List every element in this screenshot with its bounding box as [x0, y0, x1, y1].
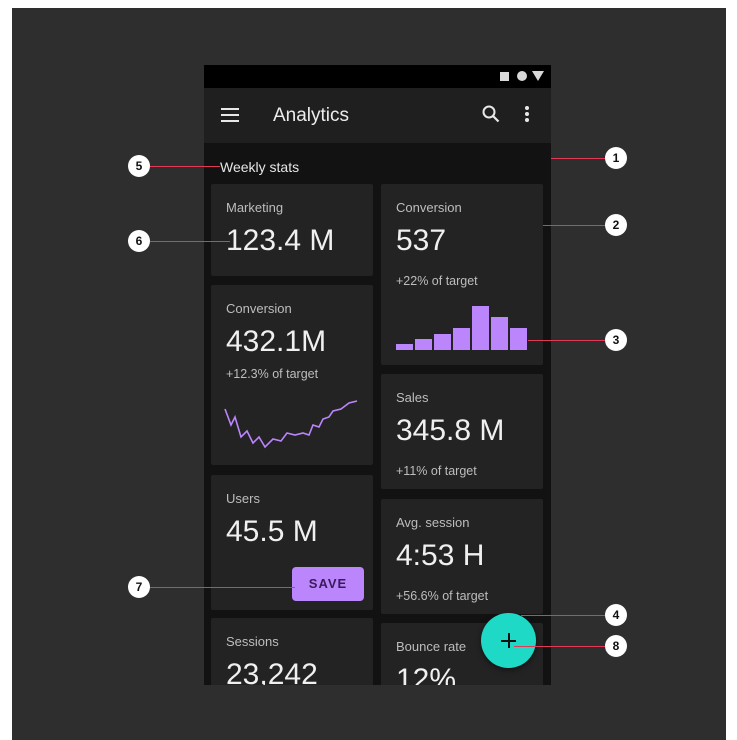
- card-value: 345.8 M: [396, 414, 505, 447]
- card-avg-session[interactable]: Avg. session 4:53 H +56.6% of target: [381, 499, 543, 614]
- card-label: Marketing: [226, 200, 284, 215]
- card-value: 537: [396, 224, 447, 257]
- callout-marker: 5: [128, 155, 150, 177]
- callout-line-7: [150, 587, 295, 588]
- callout-marker: 6: [128, 230, 150, 252]
- callout-line-8: [514, 646, 605, 647]
- callout-marker: 4: [605, 604, 627, 626]
- callout-line-3: [528, 340, 605, 341]
- callout-marker: 1: [605, 147, 627, 169]
- card-subtext: +11% of target: [396, 464, 477, 478]
- card-conversion[interactable]: Conversion 432.1M +12.3% of target: [211, 285, 373, 465]
- card-users[interactable]: Users 45.5 M SAVE: [211, 475, 373, 610]
- section-title: Weekly stats: [220, 159, 300, 175]
- bar-mark: [453, 328, 470, 350]
- bar-mark: [472, 306, 489, 350]
- card-subtext: +12.3% of target: [226, 367, 319, 381]
- card-sales[interactable]: Sales 345.8 M +11% of target: [381, 374, 543, 489]
- card-label: Sales: [396, 390, 429, 405]
- card-value: 4:53 H: [396, 539, 485, 572]
- callout-marker: 3: [605, 329, 627, 351]
- callout-line-4: [521, 615, 605, 616]
- card-value: 123.4 M: [226, 224, 335, 257]
- callout-line-1: [551, 158, 605, 159]
- card-label: Sessions: [226, 634, 279, 649]
- card-subtext: +56.6% of target: [396, 589, 489, 603]
- status-bar: [204, 65, 551, 88]
- card-sessions[interactable]: Sessions 23,242: [211, 618, 373, 685]
- card-marketing[interactable]: Marketing 123.4 M: [211, 184, 373, 276]
- callout-line-6: [150, 241, 230, 242]
- recent-apps-icon: [500, 72, 509, 81]
- callout-marker: 7: [128, 576, 150, 598]
- signal-icon: [532, 71, 544, 81]
- hamburger-menu-icon[interactable]: [221, 108, 239, 122]
- search-icon[interactable]: [481, 104, 501, 124]
- add-fab-button[interactable]: [481, 613, 536, 668]
- sparkline-chart: [224, 400, 358, 449]
- bar-chart: [396, 306, 531, 350]
- card-subtext: +22% of target: [396, 274, 478, 288]
- bar-mark: [434, 334, 451, 350]
- callout-marker: 8: [605, 635, 627, 657]
- phone-screen: Analytics Weekly stats Marketing 123.4 M…: [204, 65, 551, 685]
- card-value: 45.5 M: [226, 515, 318, 548]
- card-conversion-rate[interactable]: Conversion 537 +22% of target: [381, 184, 543, 365]
- home-icon: [517, 71, 527, 81]
- card-label: Conversion: [226, 301, 292, 316]
- bar-mark: [510, 328, 527, 350]
- app-title: Analytics: [273, 105, 350, 126]
- more-vert-icon[interactable]: [522, 104, 532, 124]
- callout-line-2: [543, 225, 605, 226]
- card-value: 432.1M: [226, 325, 327, 358]
- bar-mark: [396, 344, 413, 350]
- card-label: Users: [226, 491, 260, 506]
- plus-icon: [507, 633, 510, 648]
- save-button[interactable]: SAVE: [292, 567, 364, 601]
- callout-marker: 2: [605, 214, 627, 236]
- card-label: Avg. session: [396, 515, 470, 530]
- bar-mark: [415, 339, 432, 350]
- top-app-bar: Analytics: [204, 88, 551, 143]
- bar-mark: [491, 317, 508, 350]
- card-label: Bounce rate: [396, 639, 467, 654]
- card-value: 23,242: [226, 658, 318, 685]
- callout-line-5: [150, 166, 220, 167]
- card-value: 12%: [396, 663, 457, 685]
- card-label: Conversion: [396, 200, 462, 215]
